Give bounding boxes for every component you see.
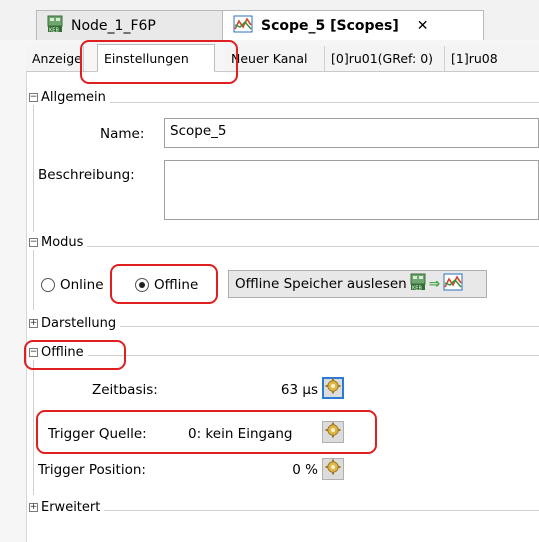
left-gutter <box>0 40 27 542</box>
gear-icon <box>325 459 341 479</box>
read-offline-memory-button[interactable]: Offline Speicher auslesen KEB ⇒ <box>228 270 487 298</box>
radio-online[interactable]: Online <box>41 277 104 293</box>
group-title: Darstellung <box>41 316 117 331</box>
name-field[interactable]: Scope_5 <box>164 118 539 148</box>
highlight-einstellungen <box>80 40 238 84</box>
svg-text:KEB: KEB <box>49 27 59 33</box>
tab-neuer-kanal[interactable]: Neuer Kanal <box>225 46 325 71</box>
doc-tab-label: Scope_5 [Scopes] <box>261 17 399 34</box>
description-field[interactable] <box>164 160 539 220</box>
close-icon[interactable]: ✕ <box>417 18 429 34</box>
group-darstellung[interactable]: + Darstellung <box>29 316 121 331</box>
button-label: Offline Speicher auslesen <box>235 276 407 292</box>
divider <box>48 326 539 327</box>
tab-channel-1[interactable]: [1]ru08 <box>445 46 539 71</box>
trigger-position-settings-button[interactable] <box>322 458 344 480</box>
collapse-icon[interactable]: − <box>29 238 38 247</box>
collapse-icon[interactable]: − <box>29 93 38 102</box>
highlight-offline-radio <box>110 264 218 304</box>
divider <box>33 102 34 232</box>
trigger-position-label: Trigger Position: <box>38 462 146 478</box>
divider <box>48 102 539 103</box>
zeitbasis-label: Zeitbasis: <box>92 382 158 398</box>
tab-channel-0[interactable]: [0]ru01(GRef: 0) <box>325 46 445 71</box>
keb-device-icon: KEB <box>410 273 426 295</box>
name-value: Scope_5 <box>170 123 227 139</box>
arrow-right-icon: ⇒ <box>428 276 441 292</box>
group-title: Modus <box>41 235 84 250</box>
zeitbasis-value: 63 µs <box>280 382 318 398</box>
group-title: Erweitert <box>41 500 101 515</box>
doc-tab-scope[interactable]: Scope_5 [Scopes] ✕ <box>222 10 484 40</box>
scope-chart-icon <box>443 273 463 295</box>
expand-icon[interactable]: + <box>29 503 38 512</box>
highlight-trigger-quelle <box>36 410 377 454</box>
svg-text:KEB: KEB <box>412 286 422 292</box>
divider <box>48 510 539 511</box>
divider <box>33 355 34 495</box>
description-label: Beschreibung: <box>38 167 135 183</box>
keb-device-icon: KEB <box>47 15 63 37</box>
radio-button[interactable] <box>41 278 55 292</box>
name-label: Name: <box>100 126 145 142</box>
divider <box>33 246 34 310</box>
doc-tab-node[interactable]: KEB Node_1_F6P <box>36 10 226 40</box>
group-modus[interactable]: − Modus <box>29 235 88 250</box>
zeitbasis-settings-button[interactable] <box>322 377 344 399</box>
expand-icon[interactable]: + <box>29 319 38 328</box>
scope-chart-icon <box>233 15 253 37</box>
group-erweitert[interactable]: + Erweitert <box>29 500 105 515</box>
doc-tab-label: Node_1_F6P <box>71 17 156 34</box>
group-allgemein[interactable]: − Allgemein <box>29 90 110 105</box>
highlight-offline-group <box>24 340 126 370</box>
gear-icon <box>325 378 341 398</box>
trigger-position-value: 0 % <box>292 462 318 478</box>
radio-online-label: Online <box>60 277 104 293</box>
tab-anzeige[interactable]: Anzeige <box>26 46 84 71</box>
divider <box>48 246 539 247</box>
group-title: Allgemein <box>41 90 106 105</box>
